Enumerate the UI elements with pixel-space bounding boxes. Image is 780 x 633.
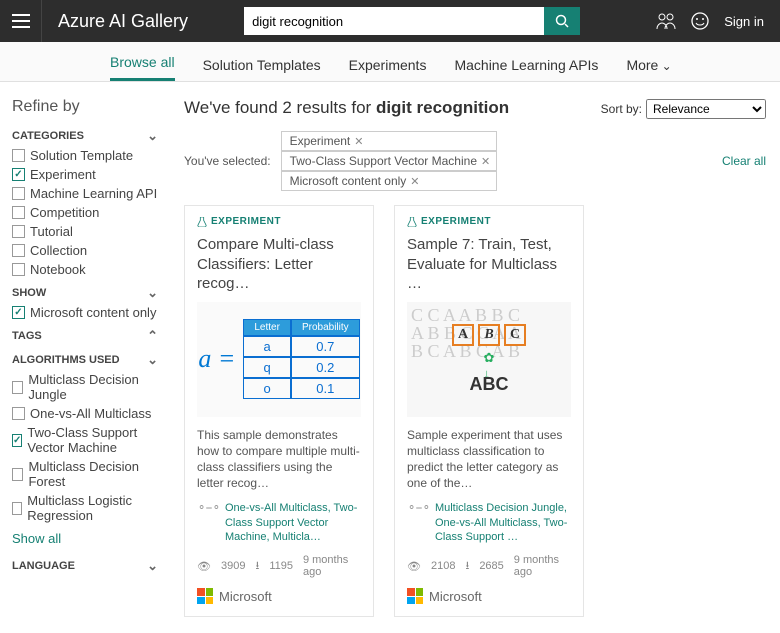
clear-all-link[interactable]: Clear all [722,154,766,168]
refine-by-heading: Refine by [12,98,158,116]
checkbox-icon [12,168,25,181]
hamburger-menu[interactable] [0,0,42,42]
flask-icon [197,217,207,227]
filter-category[interactable]: Competition [12,205,158,220]
card-author: Microsoft [407,588,571,604]
filter-chip[interactable]: Two-Class Support Vector Machine ✕ [281,151,498,171]
feedback-icon[interactable] [690,11,710,31]
search-icon [555,14,569,28]
close-icon: ✕ [354,135,363,148]
filter-algorithm[interactable]: Two-Class Support Vector Machine [12,425,158,455]
chevron-down-icon: ⌄ [147,558,158,574]
eye-icon: 👁 [407,560,421,573]
brand-title: Azure AI Gallery [42,11,204,32]
filter-category[interactable]: Solution Template [12,148,158,163]
filter-show[interactable]: Microsoft content only [12,305,158,320]
section-categories[interactable]: CATEGORIES⌄ [12,128,158,144]
filter-category[interactable]: Experiment [12,167,158,182]
people-icon[interactable] [656,12,676,30]
card-pill: EXPERIMENT [211,216,281,227]
checkbox-icon [12,244,25,257]
filter-category[interactable]: Notebook [12,262,158,277]
filter-algorithm[interactable]: Multiclass Decision Forest [12,459,158,489]
filter-algorithm[interactable]: Multiclass Decision Jungle [12,372,158,402]
view-count: 2108 [431,560,455,572]
download-count: 1195 [269,560,293,572]
card-thumbnail: a = Letteraqo Probability0.70.20.1 [197,302,361,417]
card-tags[interactable]: One-vs-All Multiclass, Two-Class Support… [225,501,361,544]
search-input[interactable] [244,7,544,35]
section-language[interactable]: LANGUAGE⌄ [12,558,158,574]
gear-arrow-icon: ✿↓ [481,350,497,374]
card-title: Compare Multi-class Classifiers: Letter … [197,235,361,294]
sort-select[interactable]: Relevance [646,99,766,119]
search-button[interactable] [544,7,580,35]
close-icon: ✕ [481,155,490,168]
microsoft-logo-icon [407,588,423,604]
chevron-up-icon: ⌃ [147,328,158,344]
tab-experiments[interactable]: Experiments [349,57,427,81]
checkbox-icon [12,407,25,420]
filter-category[interactable]: Collection [12,243,158,258]
results-text: We've found 2 results for [184,98,371,118]
checkbox-icon [12,306,25,319]
result-card[interactable]: EXPERIMENT Sample 7: Train, Test, Evalua… [394,205,584,617]
download-count: 2685 [479,560,503,572]
sort-label: Sort by: [601,102,642,116]
tab-solution-templates[interactable]: Solution Templates [203,57,321,81]
section-show[interactable]: SHOW⌄ [12,285,158,301]
filter-category[interactable]: Machine Learning API [12,186,158,201]
filter-chip[interactable]: Microsoft content only ✕ [281,171,498,191]
card-author: Microsoft [197,588,361,604]
chevron-down-icon: ⌄ [147,352,158,368]
checkbox-icon [12,187,25,200]
selected-label: You've selected: [184,154,271,168]
graph-icon: ⚬⎯⚬ [197,501,221,544]
filter-algorithm[interactable]: One-vs-All Multiclass [12,406,158,421]
checkbox-icon [12,502,22,515]
graph-icon: ⚬⎯⚬ [407,501,431,544]
checkbox-icon [12,468,23,481]
card-tags[interactable]: Multiclass Decision Jungle, One-vs-All M… [435,501,571,544]
result-card[interactable]: EXPERIMENT Compare Multi-class Classifie… [184,205,374,617]
card-pill: EXPERIMENT [421,216,491,227]
flask-icon [407,217,417,227]
download-icon: ⭳ [255,557,259,576]
section-algorithms[interactable]: ALGORITHMS USED⌄ [12,352,158,368]
microsoft-logo-icon [197,588,213,604]
view-count: 3909 [221,560,245,572]
tab-more[interactable]: More [626,57,671,81]
checkbox-icon [12,381,23,394]
filter-category[interactable]: Tutorial [12,224,158,239]
card-thumbnail: C C A A B B CA B B C C A AB C A B C A B … [407,302,571,417]
sign-in-link[interactable]: Sign in [724,14,764,29]
show-all-link[interactable]: Show all [12,531,158,546]
card-age: 9 months ago [303,554,361,578]
tab-browse-all[interactable]: Browse all [110,54,175,81]
checkbox-icon [12,206,25,219]
menu-icon [12,14,30,28]
chevron-down-icon: ⌄ [147,285,158,301]
checkbox-icon [12,225,25,238]
download-icon: ⭳ [465,557,469,576]
card-description: Sample experiment that uses multiclass c… [407,427,571,492]
tab-ml-apis[interactable]: Machine Learning APIs [454,57,598,81]
checkbox-icon [12,149,25,162]
section-tags[interactable]: TAGS⌃ [12,328,158,344]
card-description: This sample demonstrates how to compare … [197,427,361,492]
card-title: Sample 7: Train, Test, Evaluate for Mult… [407,235,571,294]
card-age: 9 months ago [514,554,571,578]
checkbox-icon [12,263,25,276]
results-query: digit recognition [376,98,509,118]
checkbox-icon [12,434,22,447]
chevron-down-icon: ⌄ [147,128,158,144]
filter-algorithm[interactable]: Multiclass Logistic Regression [12,493,158,523]
filter-chip[interactable]: Experiment ✕ [281,131,498,151]
close-icon: ✕ [410,175,419,188]
eye-icon: 👁 [197,560,211,573]
